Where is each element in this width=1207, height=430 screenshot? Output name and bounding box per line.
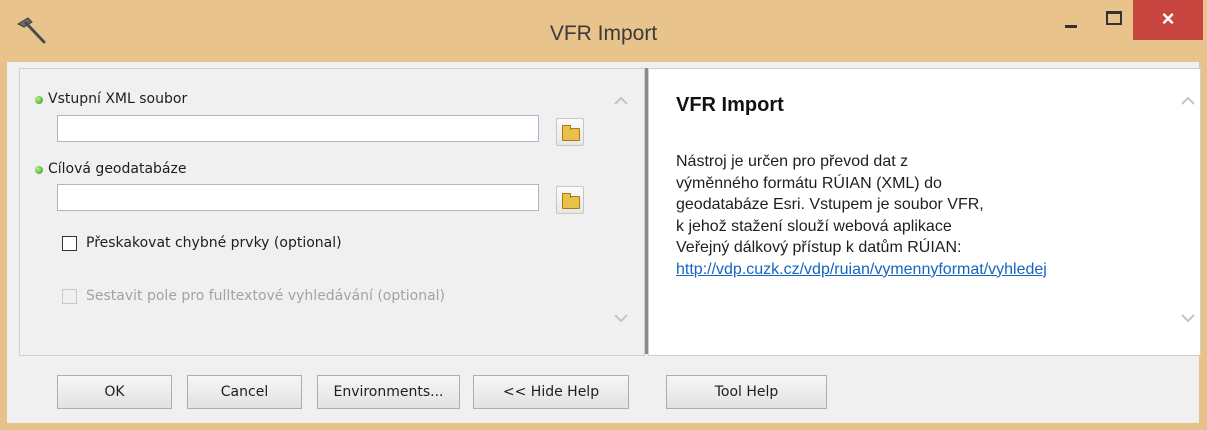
- tool-help-button[interactable]: Tool Help: [666, 375, 827, 409]
- hide-help-button[interactable]: << Hide Help: [473, 375, 629, 409]
- maximize-button[interactable]: [1093, 0, 1133, 40]
- help-description: Nástroj je určen pro převod dat z výměnn…: [676, 153, 984, 256]
- window-title: VFR Import: [549, 22, 658, 45]
- parameters-panel: [19, 68, 645, 356]
- close-icon: ×: [1161, 6, 1175, 31]
- help-text: Nástroj je určen pro převod dat z výměnn…: [676, 151, 1047, 281]
- fulltext-label: Sestavit pole pro fulltextové vyhledáván…: [86, 288, 446, 304]
- green-dot-icon: [35, 96, 43, 104]
- target-gdb-field[interactable]: [57, 184, 539, 211]
- open-folder-icon[interactable]: [556, 118, 584, 146]
- cancel-button[interactable]: Cancel: [187, 375, 302, 409]
- vfr-import-dialog: VFR Import × Vstupní XML soubor Cílová g…: [0, 0, 1207, 430]
- environments-button[interactable]: Environments...: [317, 375, 460, 409]
- chevron-up-icon[interactable]: [613, 95, 629, 107]
- help-link[interactable]: http://vdp.cuzk.cz/vdp/ruian/vymennyform…: [676, 259, 1047, 281]
- close-button[interactable]: ×: [1133, 0, 1203, 40]
- minimize-button[interactable]: [1048, 0, 1093, 40]
- title-bar[interactable]: VFR Import ×: [0, 0, 1207, 62]
- target-gdb-label: Cílová geodatabáze: [48, 161, 187, 177]
- chevron-up-icon[interactable]: [1180, 95, 1196, 107]
- ok-button[interactable]: OK: [57, 375, 172, 409]
- input-xml-label: Vstupní XML soubor: [48, 91, 188, 107]
- chevron-down-icon[interactable]: [1180, 312, 1196, 324]
- chevron-down-icon[interactable]: [613, 312, 629, 324]
- input-xml-field[interactable]: [57, 115, 539, 142]
- skip-errors-label: Přeskakovat chybné prvky (optional): [86, 235, 342, 251]
- green-dot-icon: [35, 166, 43, 174]
- fulltext-checkbox: [62, 289, 77, 304]
- skip-errors-checkbox[interactable]: [62, 236, 77, 251]
- help-title: VFR Import: [676, 94, 784, 116]
- open-folder-icon[interactable]: [556, 186, 584, 214]
